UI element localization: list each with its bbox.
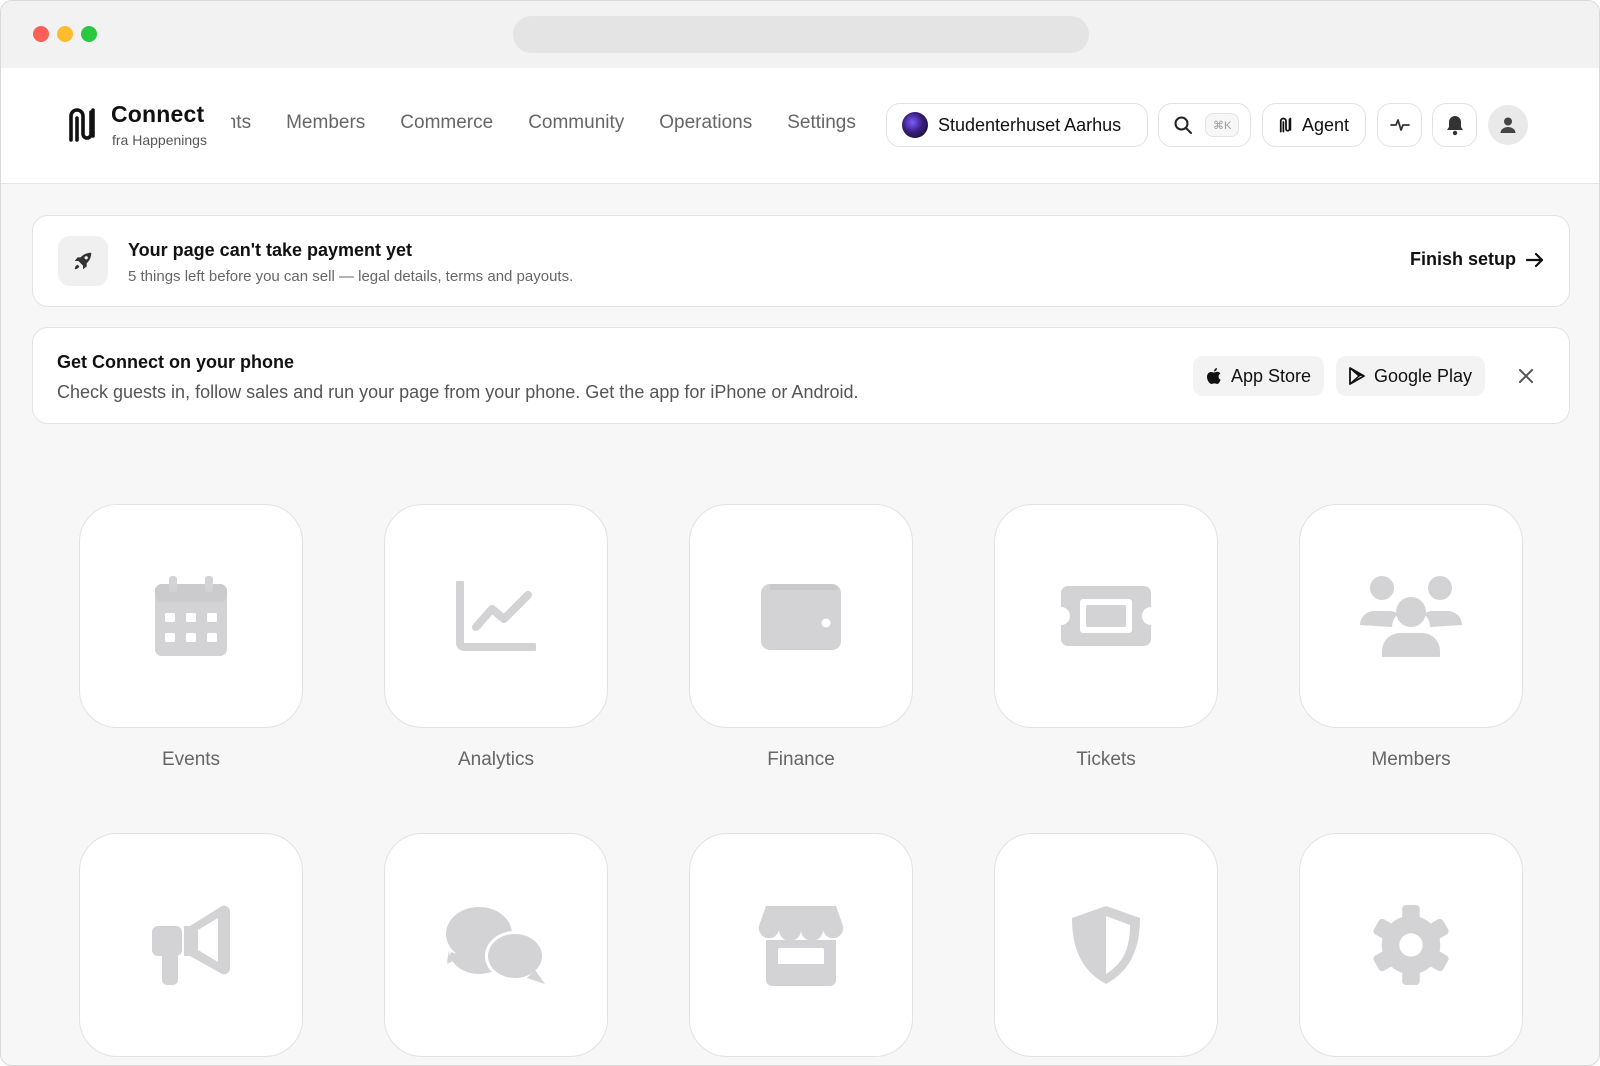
app-tile-label: Analytics [457,749,535,770]
agent-label: Agent [1302,114,1350,135]
address-bar[interactable] [513,16,1089,53]
search-shortcut: ⌘K [1205,113,1240,137]
tab-community[interactable]: Community [528,112,624,134]
rocket-icon [74,252,92,270]
app-store-label: App Store [1231,365,1312,386]
app-tile-security[interactable] [994,833,1218,1057]
chart-line-icon [456,581,536,651]
bell-icon [1446,116,1463,136]
maximize-window-button[interactable] [81,26,97,42]
organization-switcher[interactable]: Studenterhuset Aarhus [886,103,1148,147]
ticket-icon [1061,586,1151,646]
app-tile-finance[interactable] [689,504,913,728]
close-icon[interactable] [1516,366,1536,386]
gear-icon [1373,905,1449,985]
minimize-window-button[interactable] [57,26,73,42]
connect-logo-icon[interactable] [67,106,99,144]
brand-name[interactable]: Connect [111,101,204,128]
tab-settings[interactable]: Settings [787,112,856,134]
tab-events[interactable]: Events [231,112,251,134]
app-tile-events[interactable] [79,504,303,728]
user-icon [1500,117,1516,133]
app-tile-marketing[interactable] [79,833,303,1057]
notifications-button[interactable] [1432,103,1477,147]
tab-operations[interactable]: Operations [659,112,752,134]
chat-bubbles-icon [446,907,545,984]
shield-icon [1072,906,1140,984]
rocket-badge [58,236,108,286]
users-icon [1360,576,1462,657]
search-button[interactable]: ⌘K [1158,103,1251,147]
browser-window: Connect fra Happenings Events Members Co… [0,0,1600,1066]
organization-avatar [902,112,928,138]
calendar-icon [155,576,227,656]
app-store-button[interactable]: App Store [1193,356,1325,396]
app-tile-label: Tickets [1076,749,1136,770]
top-navigation: Connect fra Happenings Events Members Co… [1,68,1599,184]
apple-icon [1207,368,1221,384]
brand-subtitle: fra Happenings [112,132,207,148]
payment-setup-banner: Your page can't take payment yet 5 thing… [32,215,1570,307]
app-tile-label: Events [161,749,221,770]
activity-button[interactable] [1377,103,1422,147]
google-play-icon [1349,367,1365,385]
google-play-button[interactable]: Google Play [1336,356,1486,396]
app-tile-label: Members [1371,749,1451,770]
organization-name: Studenterhuset Aarhus [938,114,1122,135]
app-tile-label: Finance [767,749,835,770]
setup-banner-subtitle: 5 things left before you can sell — lega… [128,268,574,285]
mobile-app-banner: Get Connect on your phone Check guests i… [32,327,1570,424]
activity-pulse-icon [1389,119,1410,131]
app-tile-members[interactable] [1299,504,1523,728]
app-tile-analytics[interactable] [384,504,608,728]
app-tile-settings[interactable] [1299,833,1523,1057]
megaphone-icon [152,905,231,985]
google-play-label: Google Play [1374,365,1473,386]
app-tile-store[interactable] [689,833,913,1057]
mobile-banner-title: Get Connect on your phone [57,352,294,372]
tab-members[interactable]: Members [286,112,365,134]
store-icon [758,906,844,986]
title-bar [1,1,1599,68]
finish-setup-button[interactable]: Finish setup [1410,249,1544,270]
nav-tabs: Events Members Commerce Community Operat… [231,68,879,184]
arrow-right-icon [1526,252,1544,267]
mobile-banner-subtitle: Check guests in, follow sales and run yo… [57,382,859,402]
user-avatar[interactable] [1488,105,1528,145]
agent-button[interactable]: Agent [1262,103,1366,147]
wallet-icon [761,584,841,650]
app-tile-tickets[interactable] [994,504,1218,728]
finish-setup-label: Finish setup [1409,249,1516,269]
tab-commerce[interactable]: Commerce [400,112,493,134]
close-window-button[interactable] [33,26,49,42]
search-icon [1174,116,1192,134]
connect-logo-small-icon [1279,117,1292,133]
setup-banner-title: Your page can't take payment yet [128,240,413,260]
app-tile-messages[interactable] [384,833,608,1057]
